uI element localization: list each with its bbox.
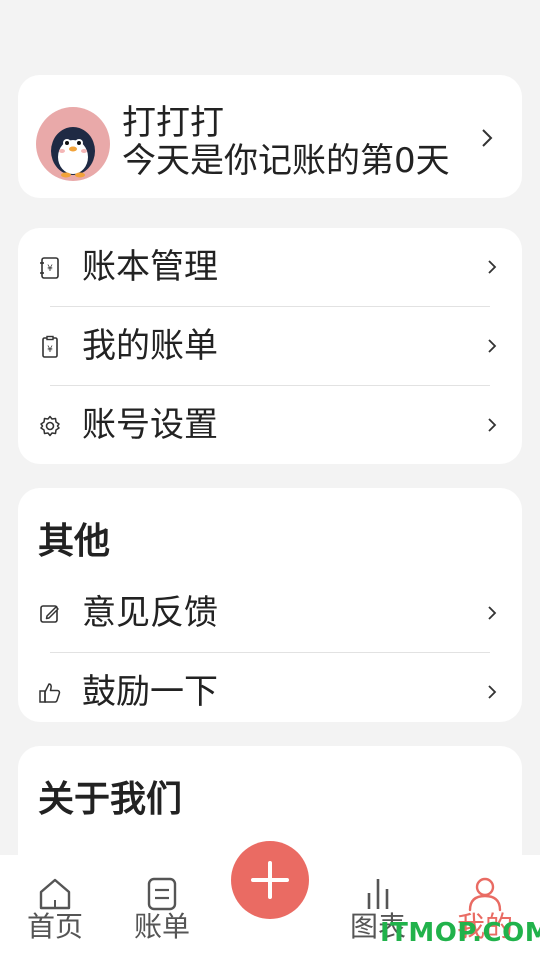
add-record-button[interactable]	[231, 841, 309, 919]
menu-item-account-settings[interactable]: 账号设置	[18, 386, 522, 464]
chevron-right-icon	[488, 418, 497, 432]
tab-label: 账单	[133, 910, 190, 943]
menu-item-label: 账号设置	[82, 405, 218, 445]
chevron-right-icon	[482, 129, 493, 147]
menu-item-my-bills[interactable]: ¥ 我的账单	[18, 307, 522, 385]
profile-subtitle: 今天是你记账的第0天	[122, 141, 450, 181]
menu-item-label: 账本管理	[82, 247, 218, 287]
thumbs-up-icon	[39, 683, 61, 703]
menu-item-label: 我的账单	[82, 326, 218, 366]
chevron-right-icon	[488, 260, 497, 274]
menu-item-feedback[interactable]: 意见反馈	[18, 574, 522, 652]
tab-bills[interactable]: 账单	[107, 855, 217, 960]
menu-item-label: 鼓励一下	[82, 672, 218, 712]
ledger-icon: ¥	[40, 257, 59, 279]
other-card: 其他 意见反馈 鼓励一下	[18, 488, 522, 722]
gear-icon	[40, 415, 60, 437]
penguin-avatar[interactable]	[36, 107, 110, 181]
chevron-right-icon	[488, 606, 497, 620]
chevron-right-icon	[488, 339, 497, 353]
svg-text:¥: ¥	[47, 345, 53, 355]
section-title-other: 其他	[38, 521, 111, 562]
profile-card[interactable]: 打打打 今天是你记账的第0天	[18, 75, 522, 198]
profile-name: 打打打	[122, 103, 224, 143]
section-title-about: 关于我们	[38, 779, 183, 820]
chevron-right-icon	[488, 685, 497, 699]
menu-item-ledger-management[interactable]: ¥ 账本管理	[18, 228, 522, 306]
watermark: ITMOP.COM	[380, 918, 540, 948]
account-menu-card: ¥ 账本管理 ¥ 我的账单 账号设置	[18, 228, 522, 464]
svg-text:¥: ¥	[47, 264, 53, 274]
menu-item-label: 意见反馈	[82, 593, 218, 633]
edit-icon	[40, 605, 59, 623]
bill-icon: ¥	[42, 335, 58, 358]
tab-home[interactable]: 首页	[0, 855, 110, 960]
menu-item-encourage[interactable]: 鼓励一下	[18, 653, 522, 731]
tab-label: 首页	[26, 910, 83, 943]
